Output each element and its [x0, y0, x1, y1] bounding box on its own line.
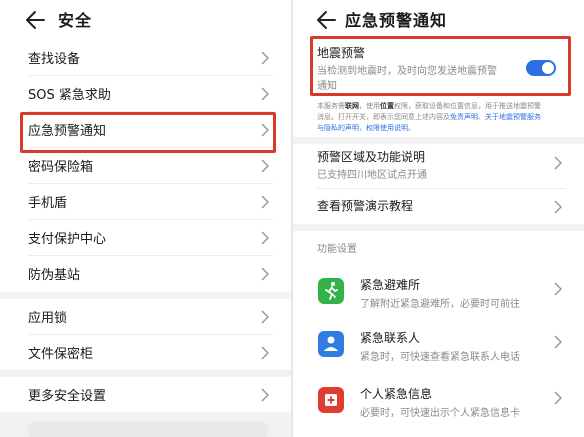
menu-item-emergency-alert[interactable]: 应急预警通知 — [0, 112, 291, 147]
menu-item-label: 手机盾 — [28, 196, 68, 211]
menu-item-label: 更多安全设置 — [28, 389, 107, 404]
feature-desc: 紧急时，可快速查看紧急联系人电话 — [360, 352, 520, 363]
notice-line: 与隐私的声明，权限使用说明。 — [317, 123, 567, 134]
menu-item-app-lock[interactable]: 应用锁 — [0, 299, 291, 334]
chevron-right-icon — [261, 195, 269, 209]
menu-item-sos[interactable]: SOS 紧急求助 — [0, 76, 291, 111]
section-gap — [0, 292, 291, 299]
notice-line: 本服务需联网，使用位置权限，获取设备和位置信息，用于推送地震预警 — [317, 101, 567, 112]
chevron-right-icon — [261, 388, 269, 402]
menu-item-label: 防伪基站 — [28, 268, 81, 283]
menu-item-phone-shield[interactable]: 手机盾 — [0, 184, 291, 219]
notice-text: 消息。打开开关，即表示您同意上述内容及 — [317, 113, 450, 121]
back-arrow-icon[interactable] — [24, 9, 46, 31]
menu-item-label: SOS 紧急求助 — [28, 88, 111, 103]
section-gap — [0, 370, 291, 377]
notice-line: 消息。打开开关，即表示您同意上述内容及免责声明、关于地震预警服务 — [317, 112, 567, 123]
bottom-card — [28, 421, 268, 437]
warning-region-desc: 已支持四川地区试点开通 — [317, 170, 427, 181]
notice-text: 权限，获取设备和位置信息，用于推送地震预警 — [394, 102, 541, 110]
warning-region-title: 预警区域及功能说明 — [317, 150, 426, 164]
menu-item-label: 密码保险箱 — [28, 160, 94, 175]
toggle-knob — [542, 62, 554, 74]
disclaimer-link[interactable]: 免责声明 — [450, 113, 478, 121]
chevron-right-icon — [554, 200, 562, 214]
earthquake-alert-row: 地震预警 当检测到地震时，及时向您发送地震预警 通知 — [293, 38, 584, 92]
section-gap — [293, 137, 584, 144]
section-label: 功能设置 — [317, 244, 357, 255]
chevron-right-icon — [554, 282, 562, 296]
earthquake-alert-toggle[interactable] — [526, 60, 556, 76]
notice-keyword: 联网 — [345, 102, 359, 110]
menu-item-file-safe[interactable]: 文件保密柜 — [0, 335, 291, 370]
chevron-right-icon — [261, 267, 269, 281]
earthquake-alert-desc-2: 通知 — [317, 81, 337, 92]
running-person-icon — [318, 278, 344, 304]
menu-item-label: 应用锁 — [28, 311, 68, 326]
notice-text: ， — [359, 124, 366, 132]
menu-item-label: 支付保护中心 — [28, 232, 107, 247]
chevron-right-icon — [261, 159, 269, 173]
chevron-right-icon — [261, 310, 269, 324]
page-title: 应急预警通知 — [345, 11, 448, 30]
service-notice: 本服务需联网，使用位置权限，获取设备和位置信息，用于推送地震预警 消息。打开开关… — [317, 101, 567, 134]
menu-item-payment-protection[interactable]: 支付保护中心 — [0, 220, 291, 255]
earthquake-alert-title: 地震预警 — [317, 46, 366, 60]
page-title: 安全 — [58, 11, 93, 30]
privacy-statement-link-cont[interactable]: 与隐私的声明 — [317, 124, 359, 132]
earthquake-alert-desc: 当检测到地震时，及时向您发送地震预警 — [317, 66, 497, 77]
menu-item-more-security[interactable]: 更多安全设置 — [0, 377, 291, 412]
contact-person-icon — [318, 331, 344, 357]
notice-text: 本服务需 — [317, 102, 345, 110]
feature-title: 紧急避难所 — [360, 278, 421, 292]
back-arrow-icon[interactable] — [315, 9, 337, 31]
notice-text: 。 — [408, 124, 415, 132]
security-settings-panel: 安全 查找设备 SOS 紧急求助 应急预警通知 密码保险箱 手机盾 支付保护中心… — [0, 0, 291, 437]
notice-keyword: 位置 — [380, 102, 394, 110]
feature-shelter[interactable]: 紧急避难所 了解附近紧急避难所，必要时可前往 — [293, 268, 584, 320]
menu-item-find-device[interactable]: 查找设备 — [0, 40, 291, 75]
section-gap — [293, 224, 584, 231]
chevron-right-icon — [261, 346, 269, 360]
chevron-right-icon — [261, 51, 269, 65]
notice-text: 、 — [478, 113, 485, 121]
menu-item-label: 文件保密柜 — [28, 347, 94, 362]
menu-item-fake-base-station[interactable]: 防伪基站 — [0, 256, 291, 291]
privacy-statement-link[interactable]: 关于地震预警服务 — [485, 113, 541, 121]
chevron-right-icon — [554, 391, 562, 405]
header: 安全 — [0, 0, 291, 38]
chevron-right-icon — [261, 231, 269, 245]
chevron-right-icon — [554, 335, 562, 349]
feature-title: 紧急联系人 — [360, 331, 421, 345]
warning-region-row[interactable]: 预警区域及功能说明 已支持四川地区试点开通 — [293, 144, 584, 186]
feature-desc: 了解附近紧急避难所，必要时可前往 — [360, 299, 520, 310]
notice-text: ，使用 — [359, 102, 380, 110]
menu-item-label: 查找设备 — [28, 52, 81, 67]
medical-cross-icon — [318, 387, 344, 413]
emergency-alert-panel: 应急预警通知 地震预警 当检测到地震时，及时向您发送地震预警 通知 本服务需联网… — [293, 0, 584, 437]
header: 应急预警通知 — [293, 0, 584, 38]
menu-item-password-vault[interactable]: 密码保险箱 — [0, 148, 291, 183]
demo-tutorial-row[interactable]: 查看预警演示教程 — [293, 189, 584, 224]
menu-item-label: 应急预警通知 — [28, 124, 107, 139]
feature-title: 个人紧急信息 — [360, 387, 433, 401]
chevron-right-icon — [554, 156, 562, 170]
chevron-right-icon — [261, 123, 269, 137]
demo-tutorial-label: 查看预警演示教程 — [317, 199, 414, 213]
chevron-right-icon — [261, 87, 269, 101]
permission-info-link[interactable]: 权限使用说明 — [366, 124, 408, 132]
feature-personal-emergency-info[interactable]: 个人紧急信息 必要时，可快速出示个人紧急信息卡 — [293, 377, 584, 429]
feature-desc: 必要时，可快速出示个人紧急信息卡 — [360, 408, 520, 419]
feature-emergency-contacts[interactable]: 紧急联系人 紧急时，可快速查看紧急联系人电话 — [293, 321, 584, 373]
